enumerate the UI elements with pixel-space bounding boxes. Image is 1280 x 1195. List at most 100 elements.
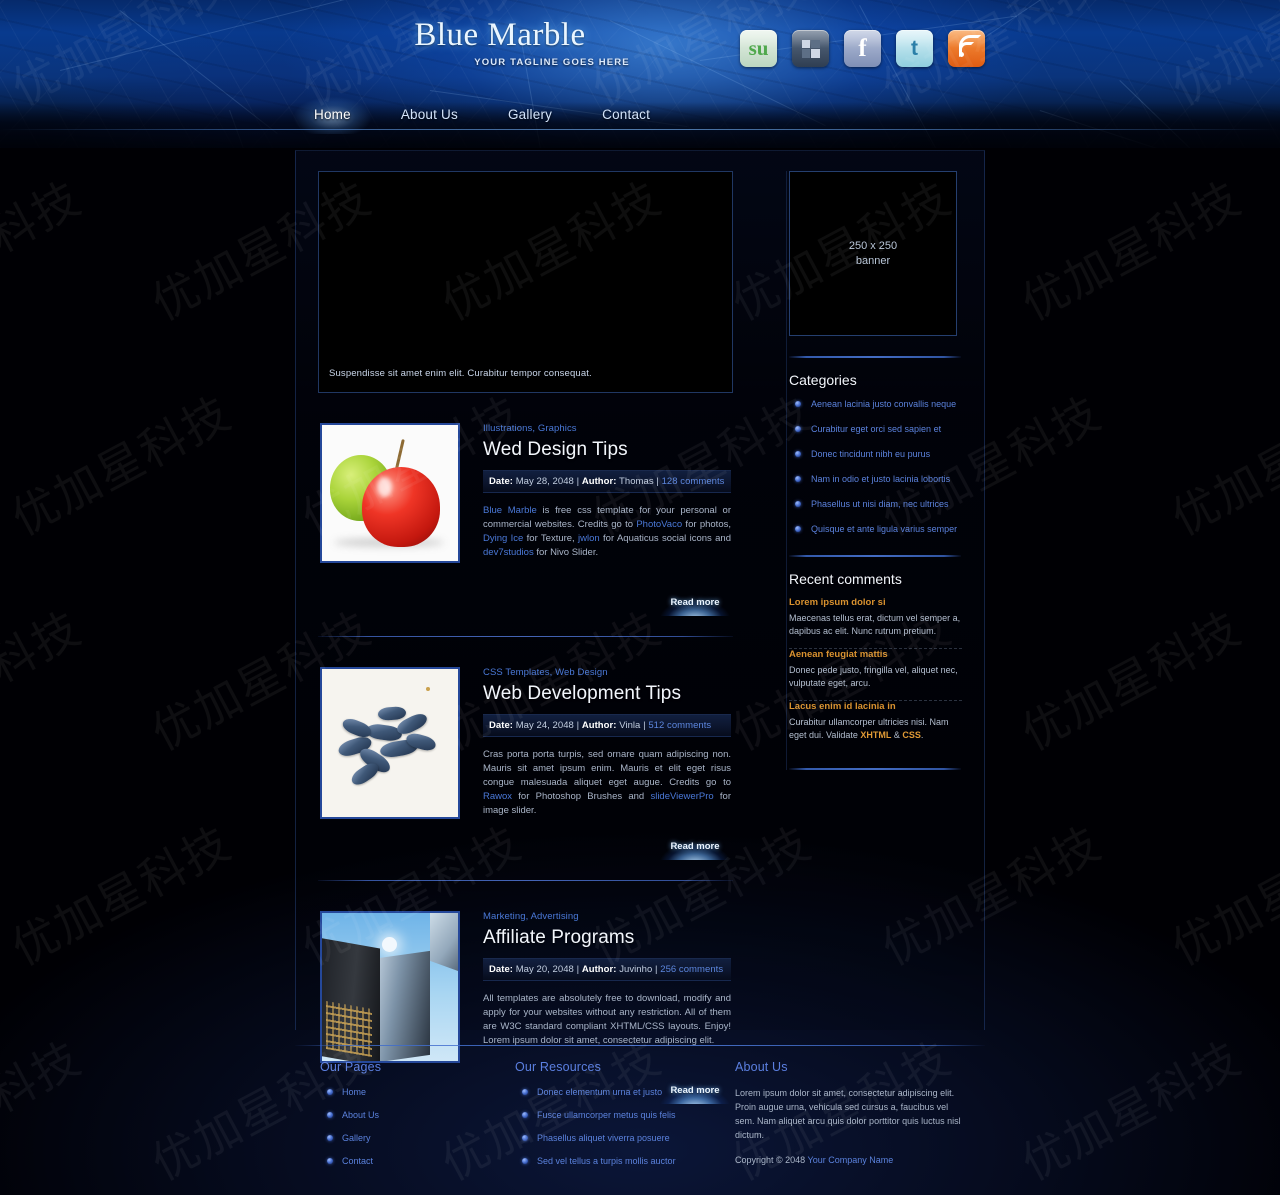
nav-item-about-us[interactable]: About Us [387,100,472,130]
inline-text: for Aquaticus social icons and [599,533,731,544]
post-categories-link[interactable]: Illustrations, Graphics [483,423,577,434]
read-more-button[interactable]: Read more [659,594,731,616]
comment-title[interactable]: Aenean feugiat mattis [789,649,962,660]
list-item-link[interactable]: Sed vel tellus a turpis mollis auctor [537,1156,676,1166]
categories-list: Aenean lacinia justo convallis neque Cura… [789,398,962,535]
post-excerpt: Cras porta porta turpis, sed ornare quam… [483,748,731,818]
site-footer: Our Pages Home About Us Gallery Contact Our… [0,1030,1280,1195]
categories-heading: Categories [789,372,857,388]
watermark-text: 优加星科技 [2,385,241,546]
nav-items: Home About Us Gallery Contact [284,90,664,134]
list-item: Home [320,1086,497,1098]
nav-item-gallery[interactable]: Gallery [494,100,566,130]
banner-ad[interactable]: 250 x 250 banner [789,171,957,336]
footer-link-list: Donec elementum urna et justo Fusce ullam… [515,1086,717,1167]
footer-columns: Our Pages Home About Us Gallery Contact Our… [295,1060,985,1178]
sidebar-divider [789,555,961,557]
post-date-label: Date: [489,720,514,731]
copyright-text: Copyright © 2048 [735,1155,808,1165]
post-categories-link[interactable]: CSS Templates, Web Design [483,667,608,678]
inline-link[interactable]: Blue Marble [483,505,537,516]
post-separator [318,880,733,881]
list-item: Donec tincidunt nibh eu purus [789,448,962,460]
post-date-label: Date: [489,476,514,487]
nav-item-home[interactable]: Home [284,90,381,134]
footer-about-text: Lorem ipsum dolor sit amet, consectetur … [735,1088,961,1140]
list-item-link[interactable]: Contact [342,1156,373,1166]
footer-heading: Our Pages [320,1060,382,1074]
list-item-link[interactable]: Phasellus aliquet viverra posuere [537,1133,670,1143]
post-title[interactable]: Wed Design Tips [483,438,731,462]
bullet-icon [522,1089,528,1095]
list-item: Aenean lacinia justo convallis neque [789,398,962,410]
watermark-text: 优加星科技 [1012,600,1251,761]
list-item-link[interactable]: Phasellus ut nisi diam, nec ultrices [811,499,949,509]
inline-link[interactable]: jwlon [578,533,600,544]
stumbleupon-icon[interactable]: su [740,30,777,67]
comment-strong[interactable]: XHTML [860,730,891,740]
post-comments-link[interactable]: 128 comments [662,476,725,487]
post-date: May 20, 2048 [515,964,574,975]
post-comments-link[interactable]: 512 comments [648,720,711,731]
facebook-icon[interactable]: f [844,30,881,67]
rss-icon[interactable] [948,30,985,67]
list-item-link[interactable]: Curabitur eget orci sed sapien et [811,424,941,434]
banner-label: banner [855,254,891,267]
list-item-link[interactable]: Donec elementum urna et justo [537,1087,662,1097]
post-thumbnail[interactable] [320,423,460,563]
comment-span: & [891,730,903,740]
twitter-icon[interactable]: t [896,30,933,67]
bullet-icon [795,426,801,432]
nav-item-contact[interactable]: Contact [588,100,664,130]
inline-link[interactable]: Rawox [483,791,512,802]
list-item-link[interactable]: Gallery [342,1133,371,1143]
comment-text: Curabitur ullamcorper ultricies nisi. Na… [789,716,962,742]
post-comments-link[interactable]: 256 comments [660,964,723,975]
bullet-icon [795,526,801,532]
comment-strong[interactable]: CSS [902,730,921,740]
list-item-link[interactable]: Home [342,1087,366,1097]
stumbleupon-glyph: su [748,36,769,60]
post-item: Illustrations, Graphics Wed Design Tips … [318,423,733,616]
list-item: Gallery [320,1132,497,1144]
inline-link[interactable]: PhotoVaco [636,519,682,530]
list-item-link[interactable]: Quisque et ante ligula varius semper [811,524,957,534]
social-links: su f t [740,30,985,67]
inline-link[interactable]: slideViewerPro [650,791,713,802]
site-logo[interactable]: Blue Marble YOUR TAGLINE GOES HERE [300,16,700,68]
list-item-link[interactable]: About Us [342,1110,379,1120]
company-link[interactable]: Your Company Name [808,1155,894,1165]
comment-title[interactable]: Lorem ipsum dolor si [789,597,962,608]
image-slider[interactable]: Suspendisse sit amet enim elit. Curabitu… [318,171,733,393]
post-item: CSS Templates, Web Design Web Developmen… [318,667,733,860]
inline-link[interactable]: Dying Ice [483,533,523,544]
comment-item: Lorem ipsum dolor si Maecenas tellus erat… [789,597,962,648]
bullet-icon [795,451,801,457]
post-title[interactable]: Web Development Tips [483,682,731,706]
read-more-button[interactable]: Read more [659,838,731,860]
post-author: Vinla [619,720,641,731]
post-author: Thomas [619,476,654,487]
post-categories[interactable]: CSS Templates, Web Design [483,667,731,678]
delicious-icon[interactable] [792,30,829,67]
site-tagline: YOUR TAGLINE GOES HERE [474,57,630,68]
list-item-link[interactable]: Aenean lacinia justo convallis neque [811,399,956,409]
post-categories-link[interactable]: Marketing, Advertising [483,911,579,922]
comment-title[interactable]: Lacus enim id lacinia in [789,701,962,712]
post-thumbnail[interactable] [320,667,460,819]
footer-col-our-resources: Our Resources Donec elementum urna et ju… [515,1060,735,1178]
post-title[interactable]: Affiliate Programs [483,926,731,950]
main-navigation: Home About Us Gallery Contact [0,90,1280,134]
list-item: Nam in odio et justo lacinia lobortis [789,473,962,485]
bullet-icon [522,1112,528,1118]
list-item: Donec elementum urna et justo [515,1086,717,1098]
list-item-link[interactable]: Donec tincidunt nibh eu purus [811,449,930,459]
list-item-link[interactable]: Nam in odio et justo lacinia lobortis [811,474,950,484]
inline-link[interactable]: dev7studios [483,547,534,558]
post-categories[interactable]: Illustrations, Graphics [483,423,731,434]
slider-caption: Suspendisse sit amet enim elit. Curabitu… [329,368,592,379]
post-categories[interactable]: Marketing, Advertising [483,911,731,922]
meta-sep-1: | [576,476,580,487]
inline-text: for Texture, [523,533,579,544]
list-item-link[interactable]: Fusce ullamcorper metus quis felis [537,1110,676,1120]
